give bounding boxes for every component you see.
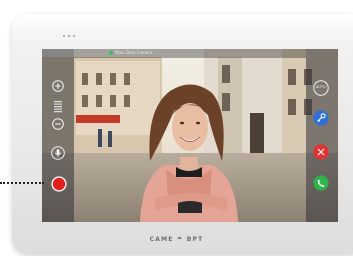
microphone-button[interactable] — [51, 146, 65, 160]
sensor-dot — [73, 35, 75, 37]
callout-pointer — [0, 182, 44, 184]
minus-icon — [52, 118, 64, 130]
microphone-icon — [51, 146, 65, 160]
record-button[interactable] — [51, 176, 67, 192]
key-icon — [313, 110, 329, 126]
volume-up-button[interactable] — [52, 80, 64, 92]
volume-level — [53, 100, 63, 114]
auto-label: AUTO — [315, 85, 327, 89]
volume-icon — [54, 101, 62, 113]
live-indicator — [109, 51, 113, 55]
right-control-bar — [306, 49, 338, 222]
sensor-dot — [63, 35, 65, 37]
left-control-bar — [42, 49, 74, 222]
answer-icon — [313, 175, 329, 191]
video-feed — [42, 49, 338, 222]
answer-button[interactable] — [313, 175, 329, 191]
camera-name: Main Door Camera — [115, 50, 153, 55]
volume-down-button[interactable] — [52, 118, 64, 130]
device-scene: Main Door Camera AUTO CAME ☂ BPT — [0, 0, 353, 256]
door-open-button[interactable] — [313, 110, 329, 126]
camera-image — [42, 49, 338, 222]
sensor-dot — [68, 35, 70, 37]
plus-icon — [52, 80, 64, 92]
brand-logo: CAME ☂ BPT — [149, 236, 204, 243]
hangup-icon — [313, 144, 329, 160]
hang-up-button[interactable] — [313, 144, 329, 160]
record-icon — [51, 176, 67, 192]
